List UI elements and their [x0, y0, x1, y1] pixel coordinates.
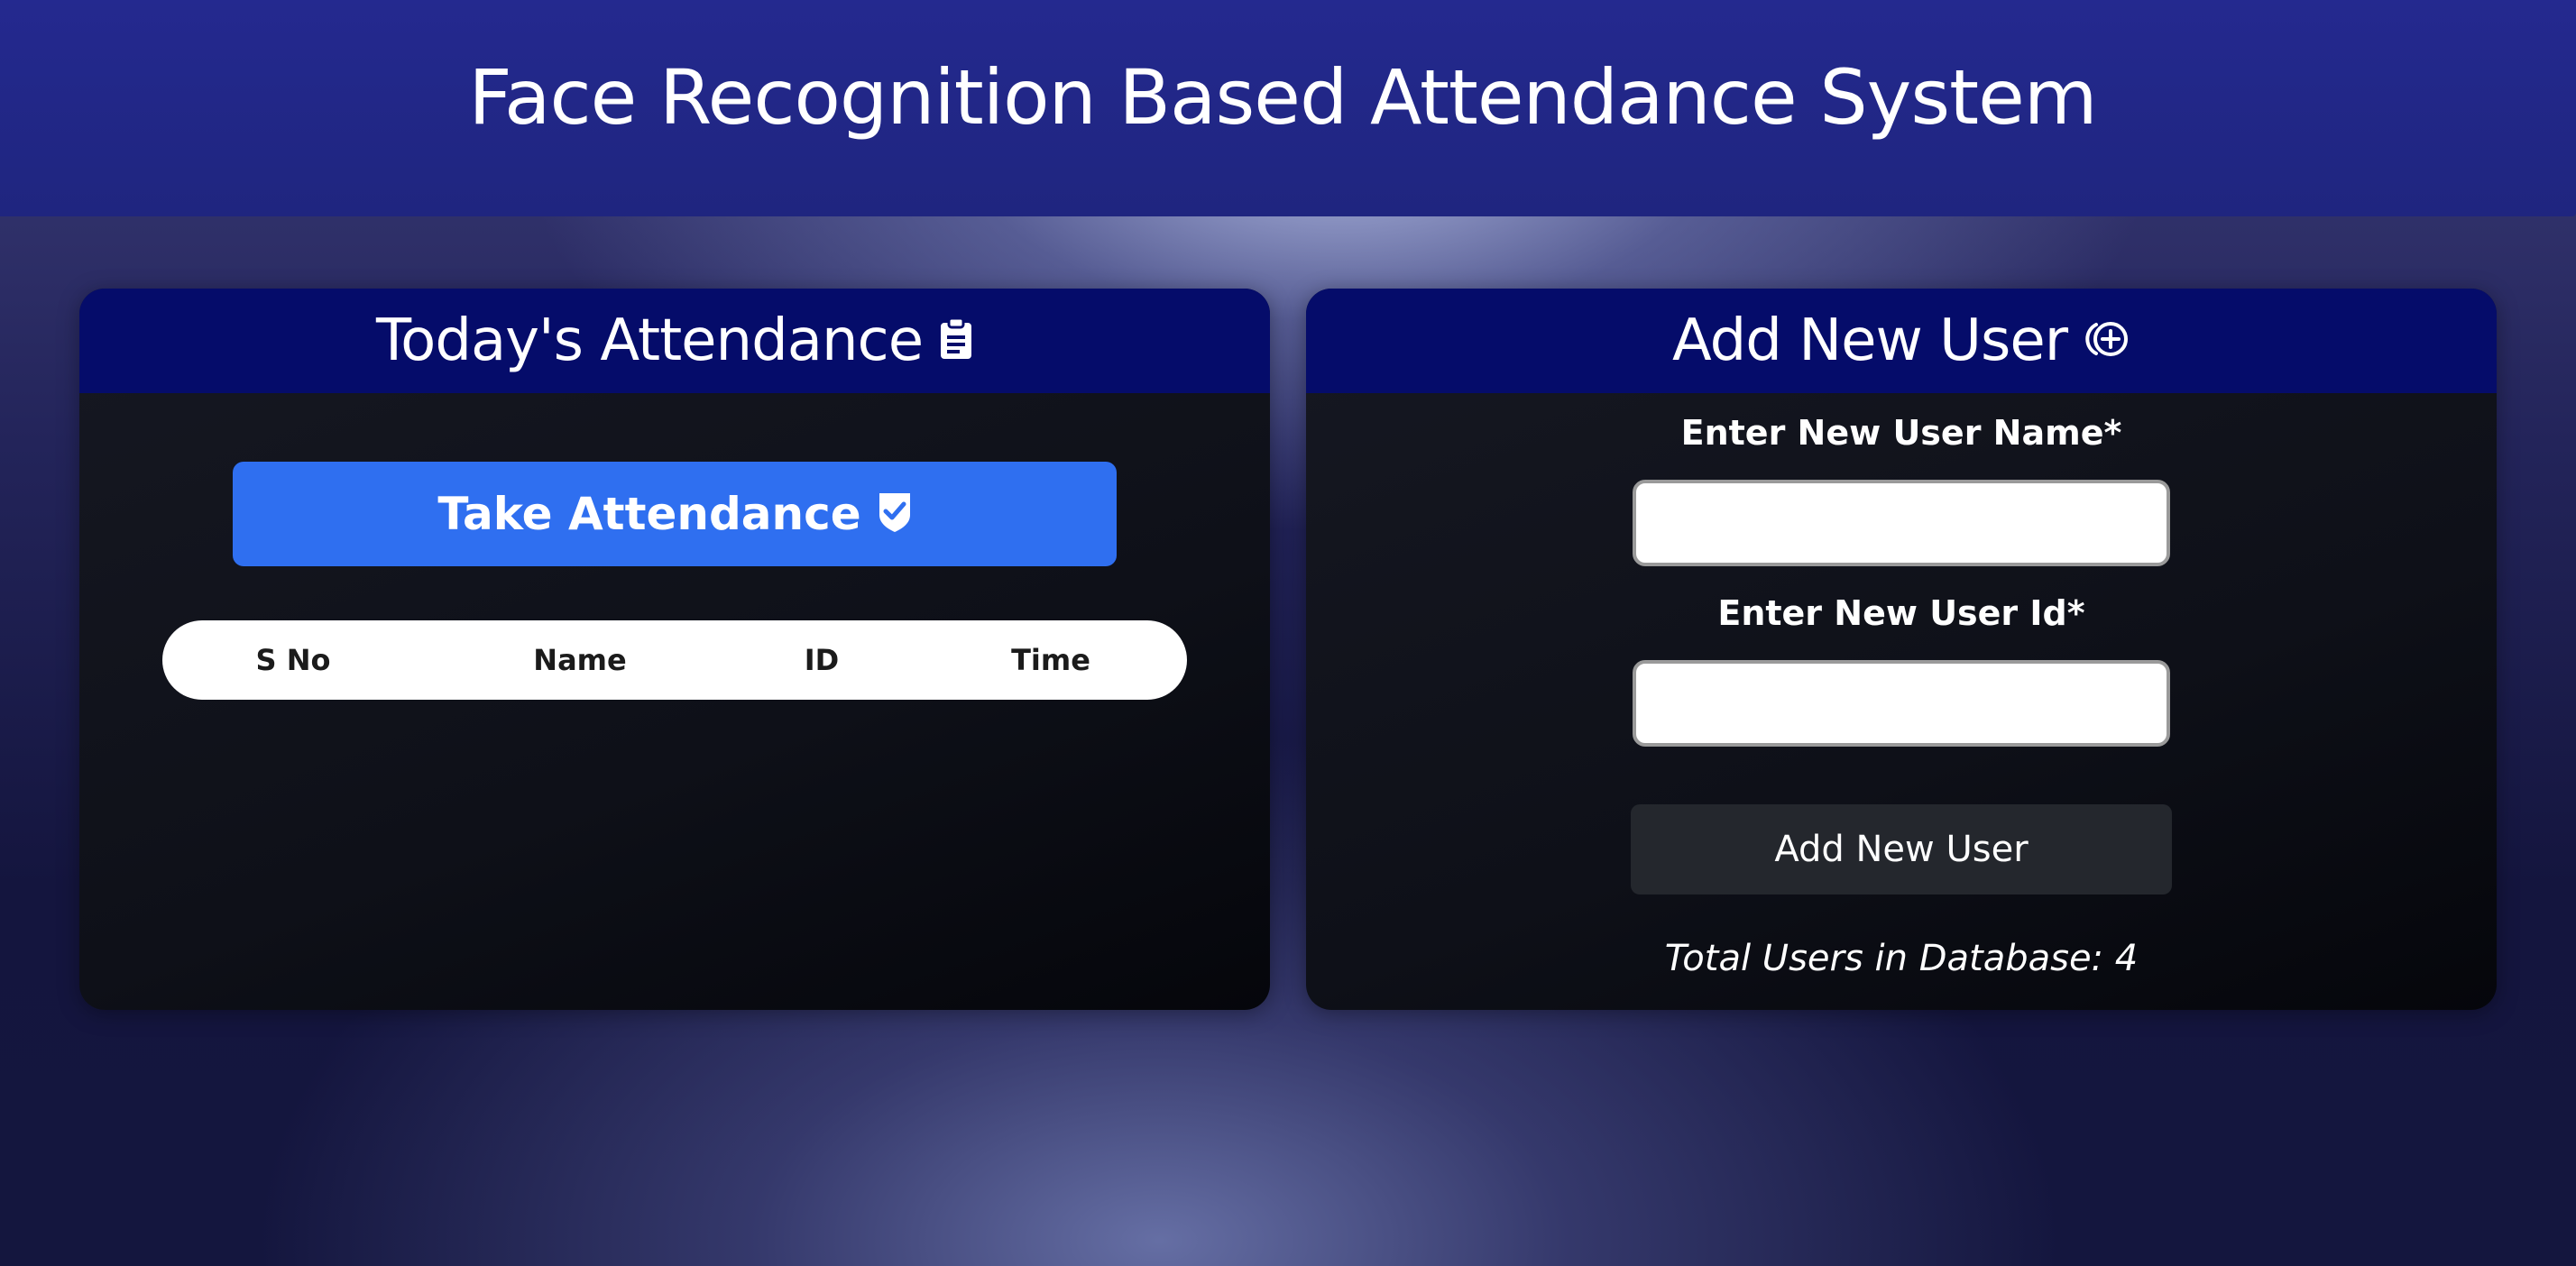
circle-plus-icon [2084, 319, 2130, 362]
column-header-name: Name [533, 643, 627, 677]
take-attendance-button[interactable]: Take Attendance [233, 462, 1117, 566]
user-name-input[interactable] [1633, 480, 2170, 566]
add-user-panel-header: Add New User [1306, 289, 2497, 393]
add-user-panel-title: Add New User [1671, 307, 2068, 374]
column-header-time: Time [1011, 643, 1090, 677]
column-header-id: ID [804, 643, 840, 677]
user-name-label: Enter New User Name* [1680, 413, 2122, 453]
user-id-label: Enter New User Id* [1717, 593, 2085, 633]
attendance-panel-header: Today's Attendance [79, 289, 1270, 393]
user-id-input[interactable] [1633, 660, 2170, 747]
add-user-panel: Add New User Enter New User Name* Enter … [1306, 289, 2497, 1010]
attendance-panel-title: Today's Attendance [375, 307, 924, 374]
clipboard-icon [939, 316, 973, 364]
shield-check-icon [878, 491, 912, 537]
add-user-button[interactable]: Add New User [1631, 804, 2172, 894]
app-header: Face Recognition Based Attendance System [0, 0, 2576, 216]
column-header-sno: S No [255, 643, 331, 677]
take-attendance-label: Take Attendance [437, 488, 861, 540]
total-users-text: Total Users in Database: 4 [1664, 938, 2139, 979]
page-title: Face Recognition Based Attendance System [468, 53, 2097, 142]
attendance-panel: Today's Attendance Take Attendance S No … [79, 289, 1270, 1010]
attendance-table-header: S No Name ID Time [162, 620, 1187, 700]
